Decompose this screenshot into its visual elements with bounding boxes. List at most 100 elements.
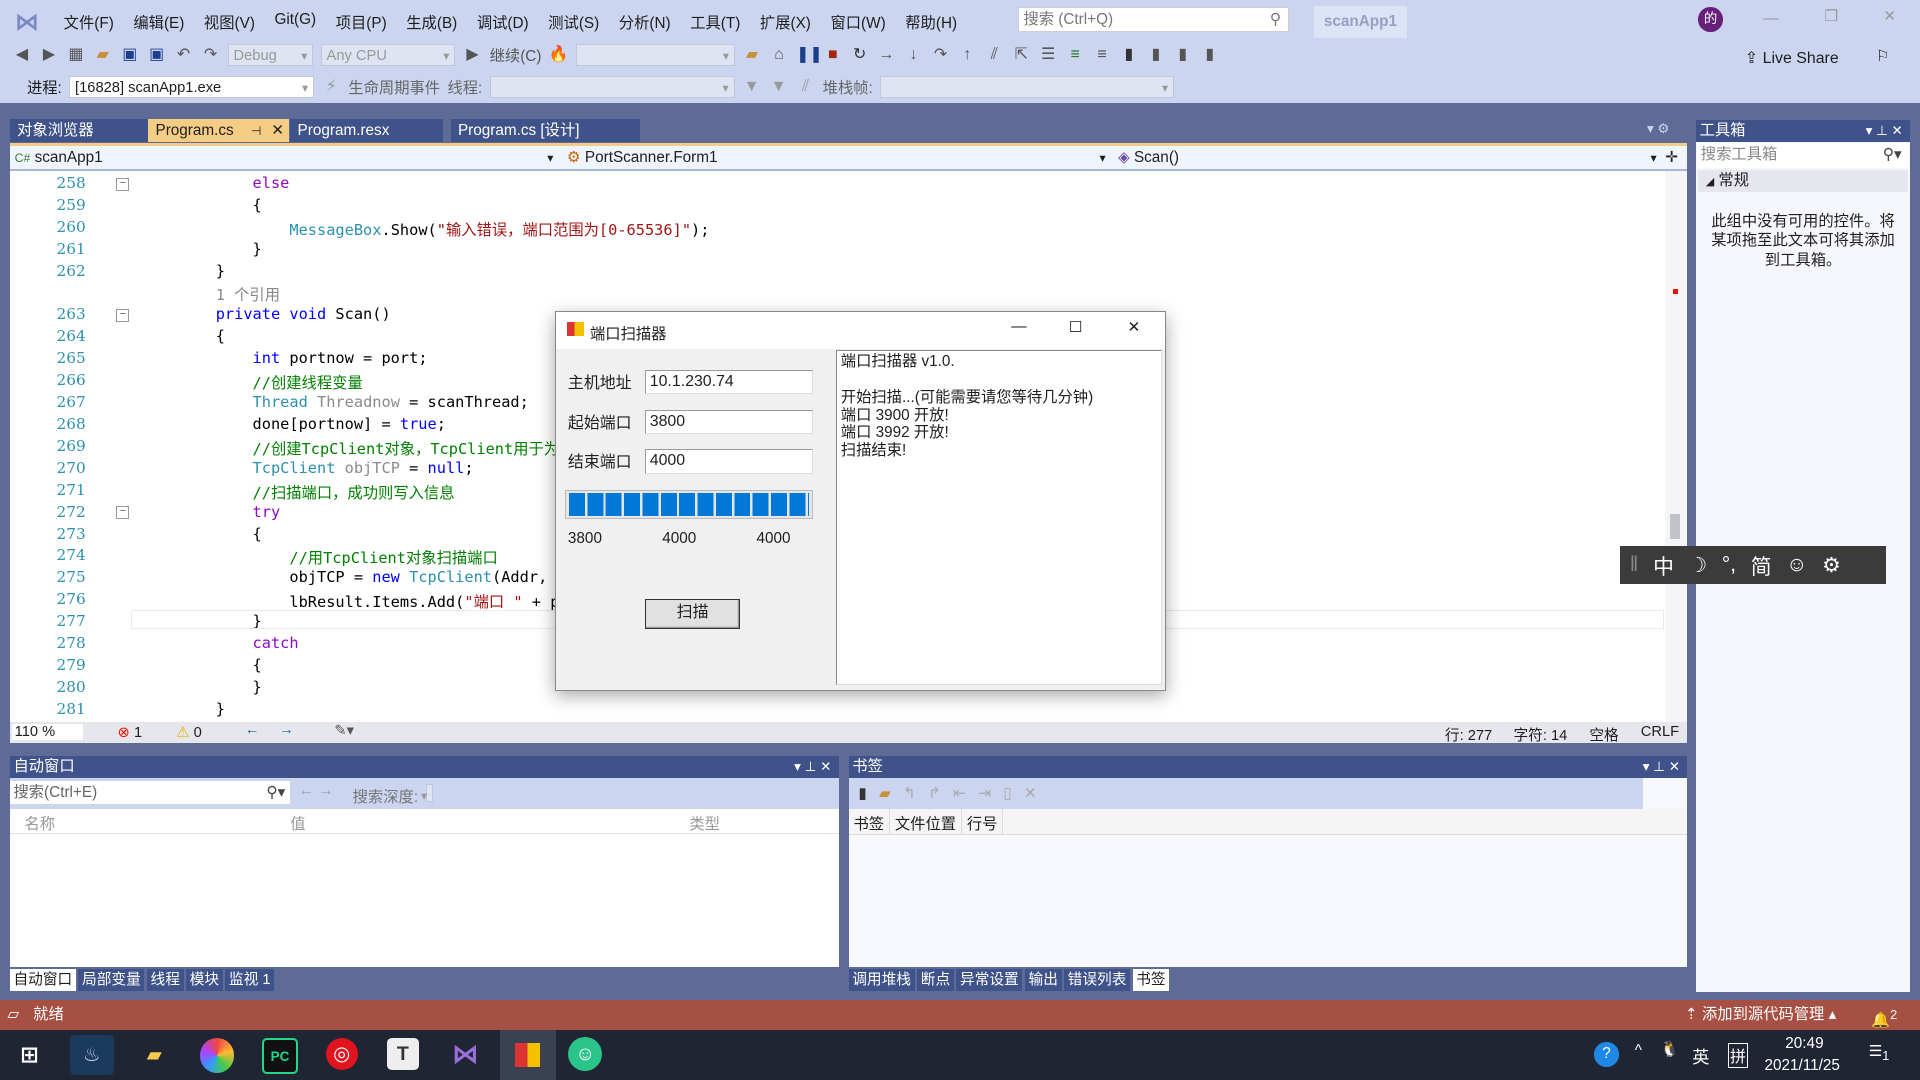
column-line-number[interactable]: 行号 — [962, 809, 1004, 834]
menu-tools[interactable]: 工具(T) — [680, 9, 750, 36]
thread-select[interactable] — [489, 75, 735, 99]
new-bookmark-folder-icon[interactable]: ▰ — [879, 784, 891, 803]
nav-forward-icon[interactable]: → — [279, 722, 294, 738]
column-type[interactable]: 类型 — [689, 812, 720, 834]
errors-indicator[interactable]: ⊗ 1 — [118, 724, 143, 741]
ime-emoji-icon[interactable]: ☺ — [1786, 553, 1807, 577]
toolbox-group-general[interactable]: ◢ 常规 — [1698, 170, 1908, 193]
ime-moon-icon[interactable]: ☽ — [1689, 553, 1708, 578]
show-next-statement-icon[interactable]: → — [877, 45, 897, 65]
close-window-button[interactable]: ✕ — [1883, 7, 1896, 26]
netease-music-icon[interactable]: ◎ — [325, 1038, 358, 1071]
global-search-input[interactable]: 搜索 (Ctrl+Q) ⚲ — [1017, 7, 1290, 32]
bookmarks-controls[interactable]: ▾ ⊥ ✕ — [1643, 756, 1680, 778]
result-item[interactable]: 端口 3900 开放! — [841, 407, 1157, 425]
ime-simplified[interactable]: 简 — [1751, 550, 1772, 580]
delete-bookmark-icon[interactable]: ✕ — [1024, 784, 1037, 803]
search-back-icon[interactable]: ← → — [299, 782, 334, 800]
pause-icon[interactable]: ❚❚ — [796, 45, 823, 65]
tab-program-cs[interactable]: Program.cs ⊣ ✕ — [148, 118, 289, 143]
tab-overflow-icon[interactable]: ▾ ⚙ — [1647, 121, 1670, 137]
search-depth-select[interactable] — [426, 784, 433, 803]
open-icon[interactable]: ▰ — [93, 45, 113, 65]
uncomment-icon[interactable]: ≡ — [1092, 45, 1112, 65]
class-dropdown[interactable]: ⚙ PortScanner.Form1 ▾ — [567, 147, 1106, 169]
tab-exception-settings[interactable]: 异常设置 — [956, 968, 1023, 991]
tab-error-list[interactable]: 错误列表 — [1064, 968, 1131, 991]
qq-tray-icon[interactable]: 🐧 — [1660, 1040, 1679, 1059]
close-tab-icon[interactable]: ✕ — [271, 122, 284, 139]
step-over-icon[interactable]: ↷ — [931, 45, 951, 65]
stop-icon[interactable]: ■ — [823, 45, 843, 65]
threads-icon[interactable]: ☰ — [1038, 45, 1058, 65]
stack-frame-select[interactable] — [880, 75, 1175, 99]
tab-modules[interactable]: 模块 — [186, 968, 223, 991]
play-icon[interactable]: ▶ — [463, 45, 483, 65]
menu-test[interactable]: 测试(S) — [538, 9, 609, 36]
end-port-input[interactable]: 4000 — [645, 449, 813, 474]
menu-analyze[interactable]: 分析(N) — [609, 9, 680, 36]
tab-object-browser[interactable]: 对象浏览器 — [9, 118, 151, 143]
tab-autos[interactable]: 自动窗口 — [9, 968, 76, 991]
tray-overflow-icon[interactable]: ^ — [1635, 1042, 1642, 1060]
menu-debug[interactable]: 调试(D) — [467, 9, 538, 36]
pin-icon[interactable]: ⊣ — [251, 124, 262, 138]
vertical-scrollbar[interactable] — [1665, 171, 1688, 723]
platform-select[interactable]: Any CPU — [320, 44, 456, 67]
member-dropdown[interactable]: ◈ Scan() ▾ — [1118, 147, 1657, 169]
collapse-toggle-icon[interactable]: − — [116, 309, 130, 323]
menu-git[interactable]: Git(G) — [265, 9, 326, 36]
clock-time[interactable]: 20:49 — [1785, 1035, 1823, 1053]
tab-call-stack[interactable]: 调用堆栈 — [848, 968, 915, 991]
continue-button[interactable]: 继续(C) — [490, 44, 542, 66]
result-item[interactable]: 开始扫描...(可能需要请您等待几分钟) — [841, 389, 1157, 407]
column-value[interactable]: 值 — [290, 812, 305, 834]
tab-locals[interactable]: 局部变量 — [78, 968, 145, 991]
save-icon[interactable]: ▣ — [120, 45, 140, 65]
autos-controls[interactable]: ▾ ⊥ ✕ — [794, 756, 831, 778]
column-name[interactable]: 名称 — [24, 812, 55, 834]
prev-bookmark-icon[interactable]: ▮ — [1146, 45, 1166, 65]
menu-help[interactable]: 帮助(H) — [895, 9, 966, 36]
home-icon[interactable]: ⌂ — [769, 45, 789, 65]
ime-settings-icon[interactable]: ⚙ — [1822, 553, 1841, 578]
redo-icon[interactable]: ↷ — [201, 45, 221, 65]
collapse-toggle-icon[interactable]: − — [116, 177, 130, 191]
hex-icon[interactable]: ⫽ — [985, 45, 1005, 65]
ime-chinese-mode[interactable]: 中 — [1653, 550, 1674, 580]
tab-output[interactable]: 输出 — [1024, 968, 1062, 991]
save-all-icon[interactable]: ▣ — [147, 45, 167, 65]
step-out-icon[interactable]: ↑ — [958, 45, 978, 65]
feedback-icon[interactable]: ⚐ — [1876, 47, 1890, 66]
process-select[interactable]: [16828] scanApp1.exe — [69, 75, 315, 99]
collapse-toggle-icon[interactable]: − — [116, 506, 130, 520]
chrome-icon[interactable] — [199, 1038, 234, 1073]
tab-breakpoints[interactable]: 断点 — [917, 968, 954, 991]
live-share-button[interactable]: ⇪ Live Share — [1745, 48, 1839, 68]
chat-app-icon[interactable]: ☺ — [568, 1037, 603, 1072]
new-item-icon[interactable]: ▦ — [66, 45, 86, 65]
back-icon[interactable]: ◀ — [12, 45, 32, 65]
result-listbox[interactable]: 端口扫描器 v1.0. 开始扫描...(可能需要请您等待几分钟) 端口 3900 开… — [836, 349, 1162, 686]
split-editor-icon[interactable]: ✛ — [1665, 147, 1678, 169]
scan-button[interactable]: 扫描 — [645, 598, 741, 629]
disable-bookmarks-icon[interactable]: ▯ — [1003, 784, 1011, 803]
result-item[interactable] — [841, 371, 1157, 389]
undo-icon[interactable]: ↶ — [174, 45, 194, 65]
forward-icon[interactable]: ▶ — [39, 45, 59, 65]
ime-mode[interactable]: 拼 — [1727, 1043, 1749, 1069]
config-select[interactable]: Debug — [227, 44, 314, 67]
menu-edit[interactable]: 编辑(E) — [124, 9, 195, 36]
result-item[interactable]: 端口扫描器 v1.0. — [841, 353, 1157, 371]
cleanup-icon[interactable]: ✎▾ — [334, 722, 354, 739]
account-avatar[interactable]: 的 — [1698, 7, 1723, 32]
column-bookmark[interactable]: 书签 — [849, 809, 890, 834]
prev-in-folder-icon[interactable]: ⇤ — [953, 784, 966, 803]
result-item[interactable]: 扫描结束! — [841, 442, 1157, 460]
filter-clear-icon[interactable]: ▼ — [769, 77, 789, 97]
toggle-bookmark-icon[interactable]: ▮ — [858, 784, 866, 803]
menu-window[interactable]: 窗口(W) — [821, 9, 896, 36]
start-port-input[interactable]: 3800 — [645, 409, 813, 435]
tab-program-resx[interactable]: Program.resx — [290, 118, 444, 143]
step-into-icon[interactable]: ↓ — [904, 45, 924, 65]
